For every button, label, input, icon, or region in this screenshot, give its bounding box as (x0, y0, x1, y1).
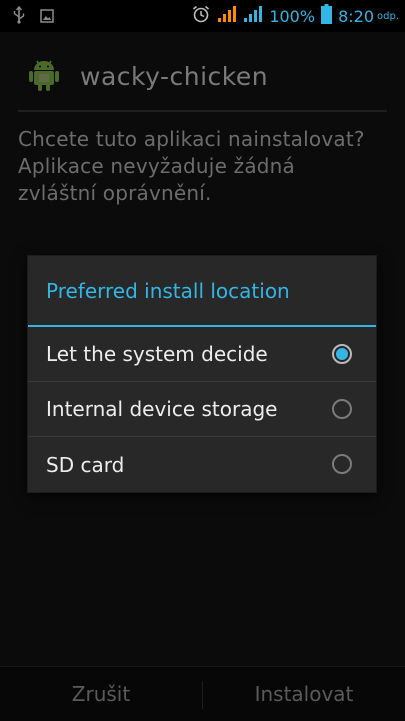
option-sd-card[interactable]: SD card (28, 437, 376, 492)
option-system-decide[interactable]: Let the system decide (28, 327, 376, 382)
app-header: wacky-chicken (28, 56, 268, 96)
install-button[interactable]: Instalovat (203, 667, 405, 721)
alarm-icon (191, 4, 211, 28)
install-location-dialog: Preferred install location Let the syste… (28, 256, 376, 492)
option-label: SD card (46, 452, 125, 477)
signal-orange-icon (217, 5, 237, 27)
option-label: Internal device storage (46, 397, 278, 421)
dialog-title: Preferred install location (28, 256, 376, 327)
image-notification-icon (40, 8, 54, 27)
prompt-line: Aplikace nevyžaduje žádná (18, 154, 296, 178)
clock-suffix: odp. (377, 10, 399, 22)
install-prompt: Chcete tuto aplikaci nainstalovat? Aplik… (18, 126, 388, 207)
battery-icon (321, 4, 333, 28)
prompt-line: zvláštní oprávnění. (18, 181, 212, 205)
android-app-icon (28, 56, 60, 96)
signal-blue-icon (243, 5, 263, 27)
clock-time: 8:20 (338, 6, 374, 26)
battery-percent: 100% (269, 6, 316, 26)
option-label: Let the system decide (46, 342, 268, 366)
option-internal-storage[interactable]: Internal device storage (28, 382, 376, 437)
prompt-line: Chcete tuto aplikaci nainstalovat? (18, 127, 365, 151)
bottom-button-bar: Zrušit Instalovat (0, 666, 405, 721)
radio-button[interactable] (332, 454, 352, 474)
cancel-button[interactable]: Zrušit (0, 667, 202, 721)
status-bar: 100% 8:20 odp. (0, 0, 405, 32)
app-name: wacky-chicken (80, 61, 269, 91)
header-divider (18, 110, 387, 112)
radio-button[interactable] (332, 399, 352, 419)
radio-button-checked[interactable] (332, 344, 352, 364)
usb-icon (12, 5, 26, 28)
